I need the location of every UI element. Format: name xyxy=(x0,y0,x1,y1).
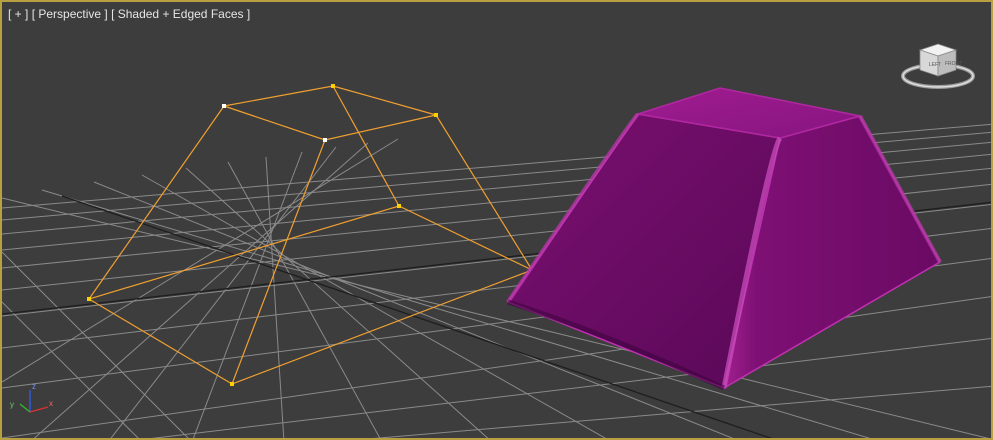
perspective-viewport[interactable]: [ + ] [ Perspective ] [ Shaded + Edged F… xyxy=(0,0,993,440)
axis-label-z: z xyxy=(32,382,36,391)
pyramid-vertices[interactable] xyxy=(87,84,438,386)
viewport-menu-plus[interactable]: [ + ] xyxy=(8,7,28,21)
viewport-label: [ + ] [ Perspective ] [ Shaded + Edged F… xyxy=(8,7,250,21)
viewcube-icon[interactable]: LEFT FRONT xyxy=(900,38,976,92)
svg-text:FRONT: FRONT xyxy=(945,61,962,67)
axis-label-x: x xyxy=(49,399,53,408)
axis-label-y: y xyxy=(10,400,14,409)
viewport-view-menu[interactable]: [ Perspective ] xyxy=(32,7,108,21)
viewport-shading-menu[interactable]: [ Shaded + Edged Faces ] xyxy=(111,7,250,21)
viewport-scene[interactable] xyxy=(2,2,993,440)
truncated-pyramid-solid[interactable] xyxy=(506,87,942,391)
svg-text:LEFT: LEFT xyxy=(929,62,941,68)
axis-tripod-icon: z x y xyxy=(10,382,53,413)
